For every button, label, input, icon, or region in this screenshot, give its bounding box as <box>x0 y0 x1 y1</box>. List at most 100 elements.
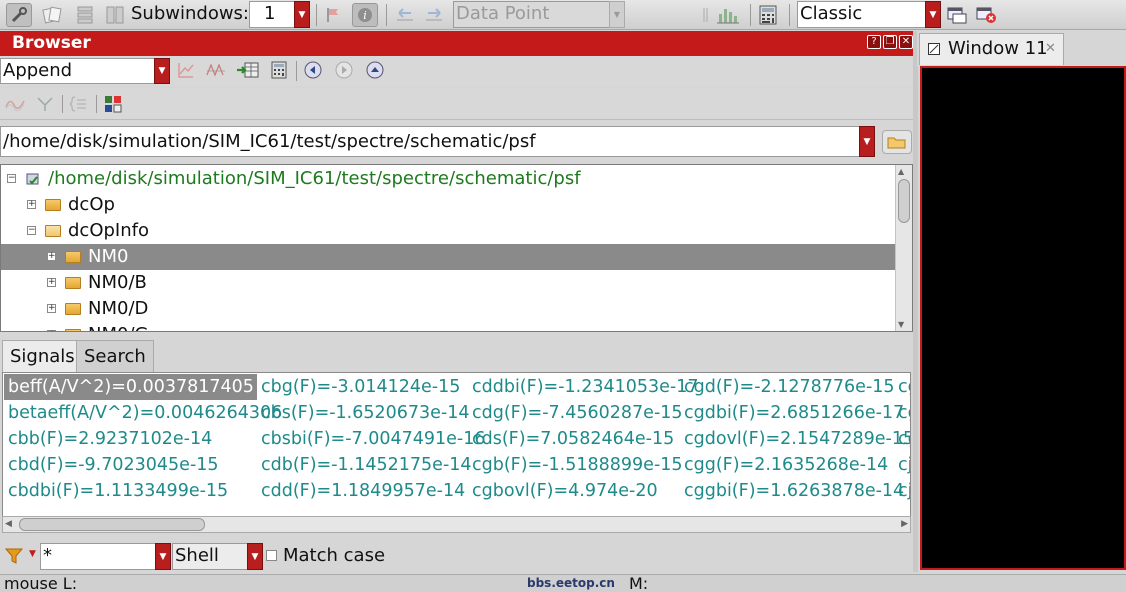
signal-item[interactable]: cbd(F)=-9.7023045e-15 <box>8 452 219 478</box>
expand-icon[interactable]: + <box>47 330 56 331</box>
browser-title-bar: Browser ? ❐ ✕ <box>0 31 913 56</box>
expand-icon[interactable]: + <box>47 278 56 287</box>
signal-item[interactable]: cg <box>898 400 910 426</box>
waveform-icon[interactable] <box>204 59 228 81</box>
filter-type-dropdown-button[interactable]: ▼ <box>247 543 263 570</box>
float-icon[interactable]: ❐ <box>883 35 897 49</box>
filter-pattern-dropdown-button[interactable]: ▼ <box>155 543 171 570</box>
list-bracket-icon[interactable] <box>68 93 90 115</box>
wrench-icon[interactable] <box>6 3 32 27</box>
style-select[interactable]: Classic <box>797 1 927 28</box>
cards-icon[interactable] <box>40 4 64 26</box>
help-icon[interactable]: ? <box>867 35 881 49</box>
path-dropdown-button[interactable]: ▼ <box>859 126 875 157</box>
signal-item[interactable]: cj <box>898 452 910 478</box>
data-point-field[interactable]: Data Point <box>453 1 610 28</box>
tree-item-dcopinfo[interactable]: − dcOpInfo <box>1 218 896 244</box>
signal-item[interactable]: cg <box>898 426 910 452</box>
scroll-thumb[interactable] <box>19 518 205 531</box>
expand-icon[interactable]: + <box>47 252 56 261</box>
window-list-icon[interactable] <box>945 4 969 26</box>
signal-item[interactable]: cbg(F)=-3.014124e-15 <box>261 374 460 400</box>
match-case-checkbox[interactable] <box>266 550 277 561</box>
tab-window-11[interactable]: Window 11 ✕ <box>919 33 1064 65</box>
filter-pattern-input[interactable]: * <box>40 543 158 570</box>
folder-icon <box>65 277 81 289</box>
filter-type-select[interactable]: Shell <box>172 543 250 570</box>
signal-item[interactable]: cbs(F)=-1.6520673e-14 <box>261 400 470 426</box>
signal-scrollbar[interactable]: ◀ ▶ <box>2 516 911 533</box>
axis-icon[interactable] <box>34 93 56 115</box>
signal-item[interactable]: cbdbi(F)=1.1133499e-15 <box>8 478 228 504</box>
line-plot-icon[interactable] <box>175 59 197 81</box>
flag-icon[interactable] <box>322 4 344 26</box>
tree-item-nm0[interactable]: + NM0 <box>1 244 896 270</box>
tree-item-dcop[interactable]: + dcOp <box>1 192 896 218</box>
close-icon[interactable]: ✕ <box>899 35 913 49</box>
subwindows-dropdown-button[interactable]: ▼ <box>294 1 310 28</box>
tab-signals[interactable]: Signals <box>2 340 83 372</box>
plot-mode-dropdown-button[interactable]: ▼ <box>154 58 170 84</box>
plot-mode-select[interactable]: Append <box>0 58 156 84</box>
data-point-dropdown-button[interactable]: ▼ <box>609 1 625 28</box>
side-layout-icon[interactable] <box>104 4 126 26</box>
close-window-icon[interactable] <box>975 4 999 26</box>
style-dropdown-button[interactable]: ▼ <box>925 1 941 28</box>
signal-item[interactable]: cg <box>898 374 910 400</box>
calculator-icon[interactable] <box>756 3 780 27</box>
prev-point-icon[interactable] <box>394 4 418 26</box>
open-folder-icon[interactable] <box>882 130 912 154</box>
tree-item-nm0-b[interactable]: + NM0/B <box>1 270 896 296</box>
bar-chart-icon[interactable] <box>714 3 742 27</box>
signal-item[interactable]: cbsbi(F)=-7.0047491e-16 <box>261 426 486 452</box>
next-point-icon[interactable] <box>423 4 447 26</box>
scroll-up-arrow[interactable]: ▲ <box>898 167 904 176</box>
plot-canvas[interactable] <box>920 66 1126 570</box>
scroll-right-arrow[interactable]: ▶ <box>901 519 908 529</box>
tree-item-nm0-d[interactable]: + NM0/D <box>1 296 896 322</box>
signal-item[interactable]: cgb(F)=-1.5188899e-15 <box>472 452 683 478</box>
close-tab-icon[interactable]: ✕ <box>1045 41 1056 56</box>
pane-divider[interactable] <box>913 31 918 572</box>
tree-root[interactable]: − /home/disk/simulation/SIM_IC61/test/sp… <box>1 166 896 192</box>
filter-icon[interactable] <box>3 545 25 567</box>
signal-item[interactable]: cdd(F)=1.1849957e-14 <box>261 478 465 504</box>
scroll-thumb[interactable] <box>898 179 910 223</box>
signal-item[interactable]: cdb(F)=-1.1452175e-14 <box>261 452 472 478</box>
export-table-icon[interactable] <box>235 59 261 81</box>
subwindows-select[interactable]: 1 <box>249 1 295 28</box>
expand-icon[interactable]: + <box>47 304 56 313</box>
signal-item[interactable]: cj <box>898 478 910 504</box>
signal-item[interactable]: cgdovl(F)=2.1547289e-15 <box>684 426 910 452</box>
signal-item[interactable]: betaeff(A/V^2)=0.0046264306 <box>8 400 282 426</box>
signal-item[interactable]: cggbi(F)=1.6263878e-14 <box>684 478 904 504</box>
stack-layout-icon[interactable] <box>74 4 96 26</box>
collapse-icon[interactable]: − <box>7 174 16 183</box>
signal-item[interactable]: cbb(F)=2.9237102e-14 <box>8 426 212 452</box>
palette-icon[interactable] <box>102 93 124 115</box>
scroll-down-arrow[interactable]: ▼ <box>898 320 904 329</box>
calculator-icon[interactable] <box>268 59 290 81</box>
signal-item[interactable]: cgdbi(F)=2.6851266e-17 <box>684 400 904 426</box>
signal-item[interactable]: cds(F)=7.0582464e-15 <box>472 426 674 452</box>
tree-scrollbar[interactable]: ▲ ▼ <box>895 165 912 331</box>
signal-item[interactable]: cddbi(F)=-1.2341053e-17 <box>472 374 699 400</box>
filter-menu-arrow[interactable]: ▼ <box>29 549 36 559</box>
scroll-left-arrow[interactable]: ◀ <box>5 519 12 529</box>
signal-item[interactable]: cdg(F)=-7.4560287e-15 <box>472 400 683 426</box>
forward-icon[interactable] <box>334 60 354 80</box>
info-icon[interactable]: i <box>352 3 378 27</box>
collapse-icon[interactable]: − <box>27 226 36 235</box>
expand-icon[interactable]: + <box>27 200 36 209</box>
signal-item[interactable]: cgg(F)=2.1635268e-14 <box>684 452 888 478</box>
toolbar-divider <box>316 4 317 26</box>
tree-item-nm0-g[interactable]: + NM0/G <box>1 322 896 331</box>
back-icon[interactable] <box>303 60 323 80</box>
signal-item[interactable]: cgd(F)=-2.1278776e-15 <box>684 374 895 400</box>
path-input[interactable]: /home/disk/simulation/SIM_IC61/test/spec… <box>0 126 862 157</box>
tab-search[interactable]: Search <box>76 340 154 372</box>
signal-item[interactable]: cgbovl(F)=4.974e-20 <box>472 478 658 504</box>
wave-overlay-icon[interactable] <box>3 93 27 115</box>
signal-item[interactable]: beff(A/V^2)=0.0037817405 <box>4 374 257 400</box>
up-icon[interactable] <box>365 60 385 80</box>
